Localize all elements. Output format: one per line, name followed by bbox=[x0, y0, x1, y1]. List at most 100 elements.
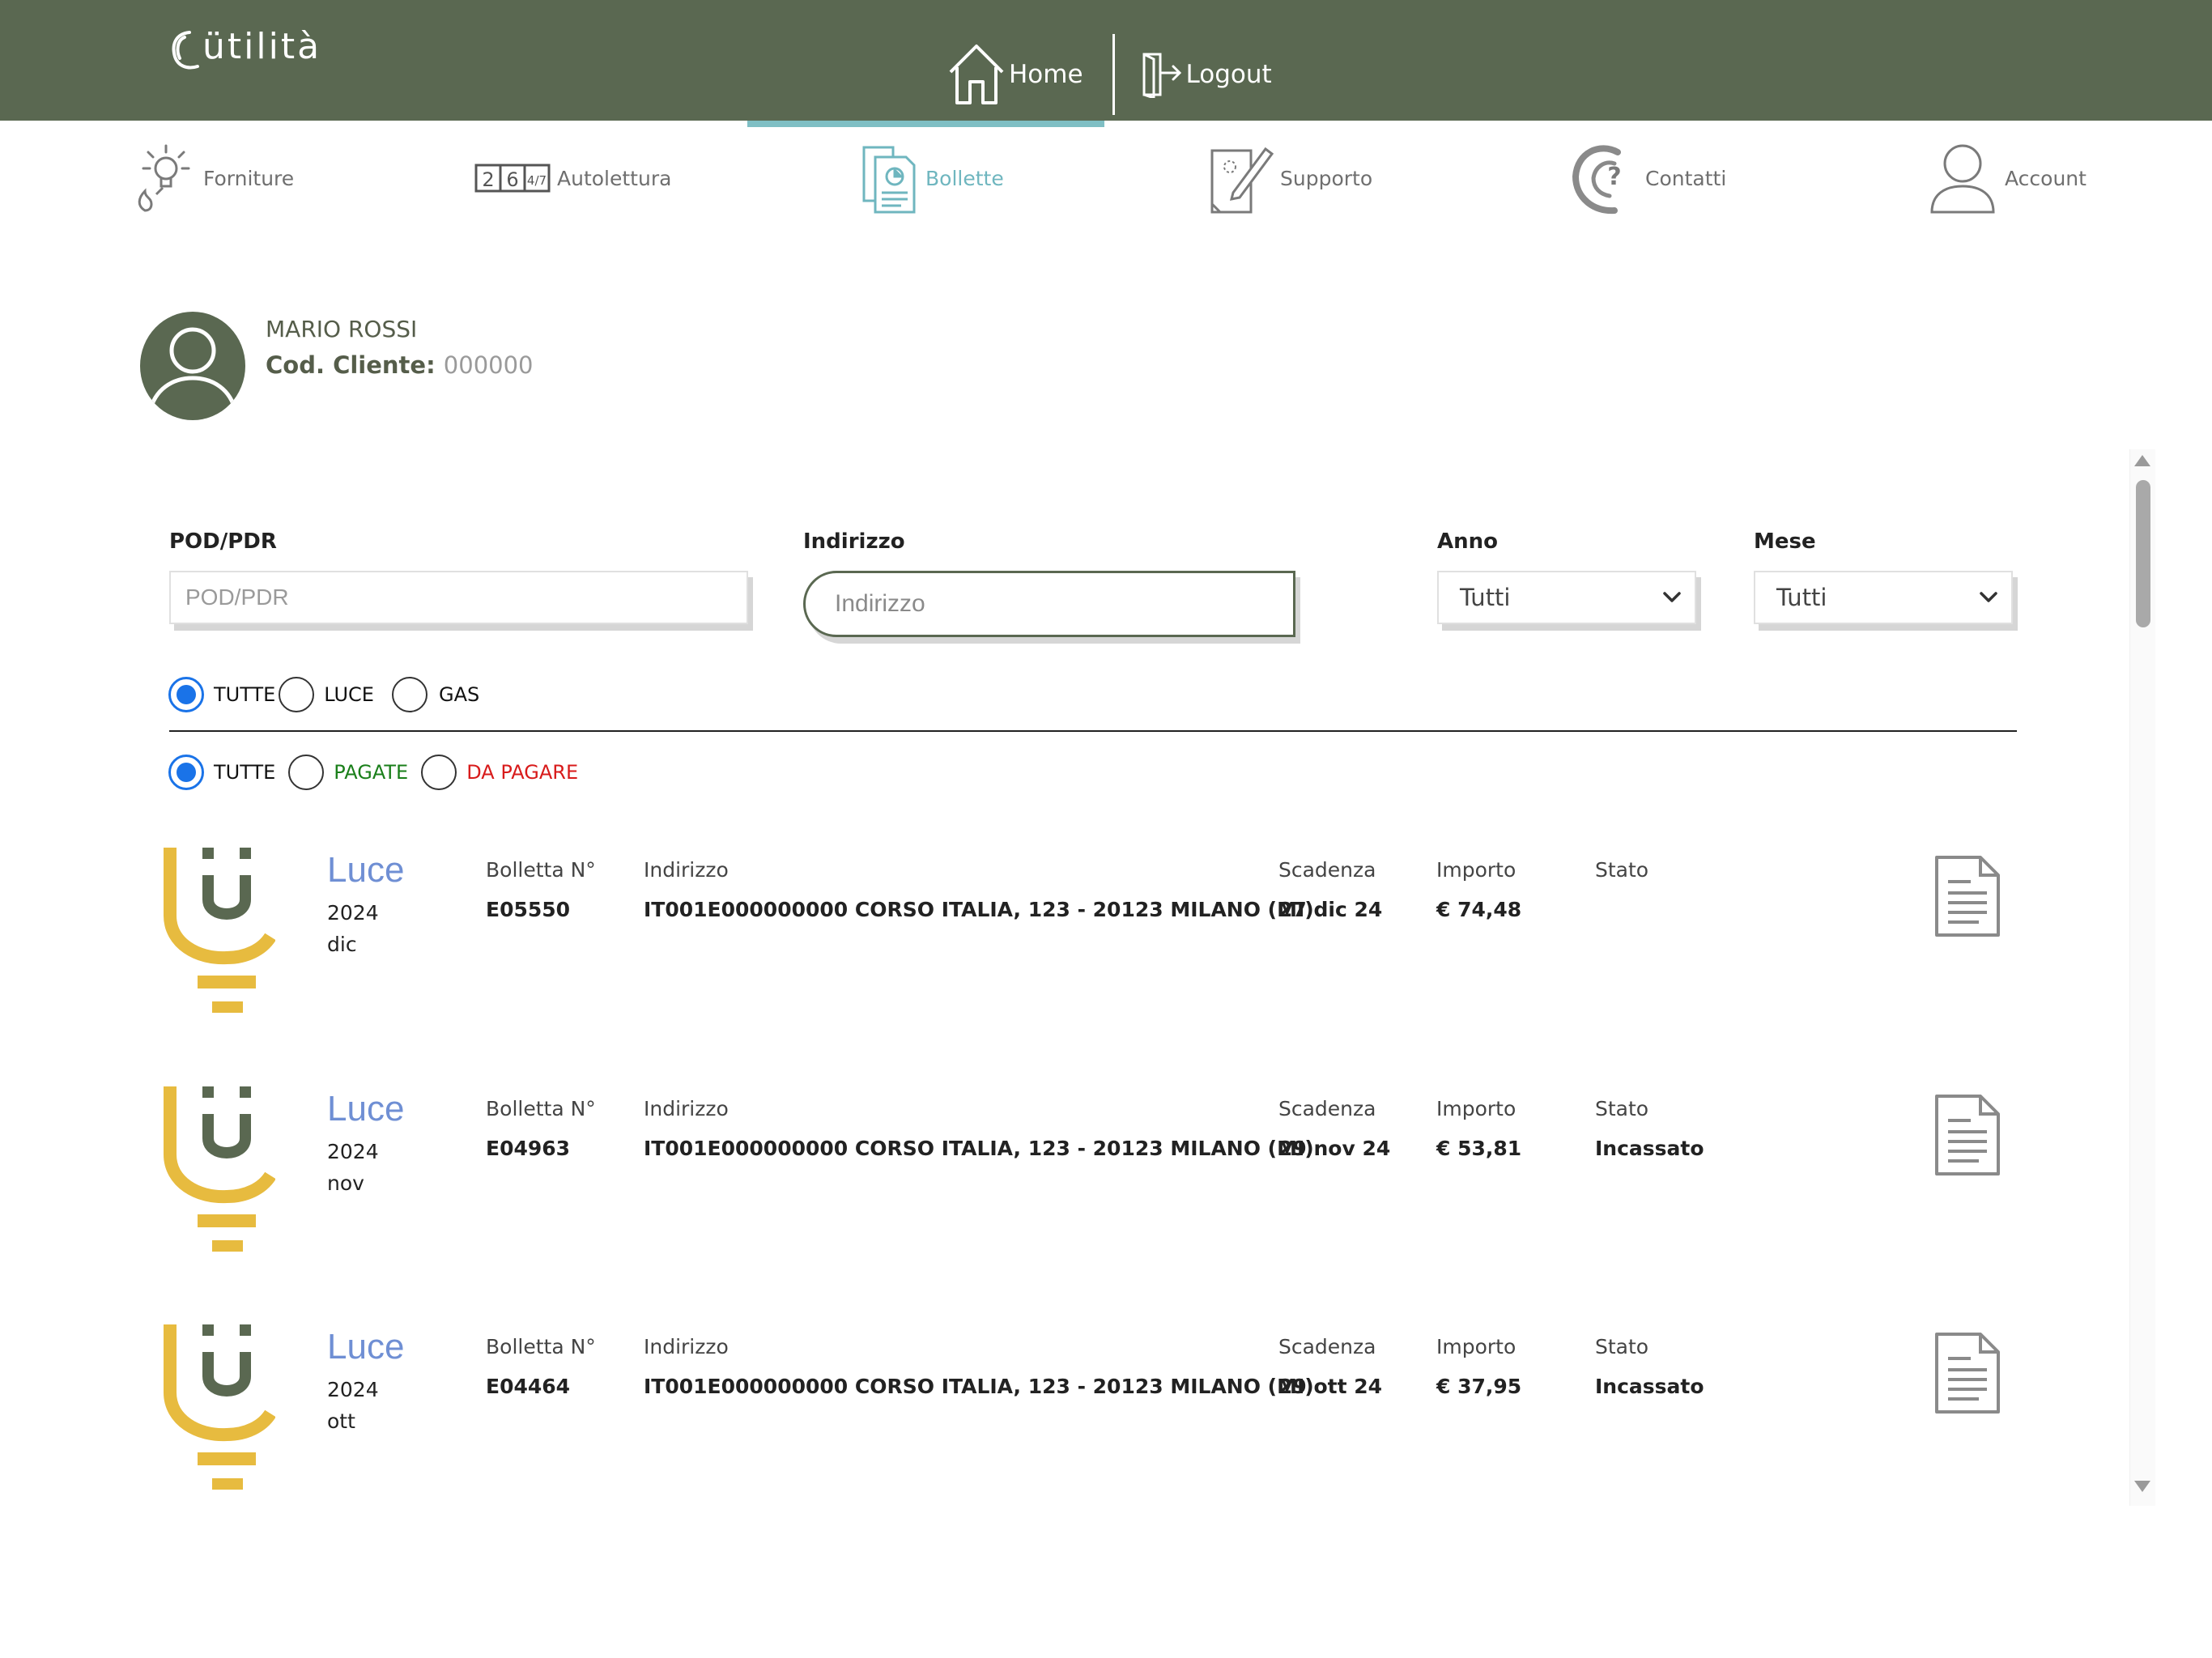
bill-amount-header: Importo bbox=[1436, 858, 1516, 882]
tab-contatti[interactable]: ? Contatti bbox=[1569, 130, 1726, 227]
download-bill-icon[interactable] bbox=[1933, 1093, 2001, 1177]
radio-supply-gas-label[interactable]: GAS bbox=[439, 683, 479, 706]
customer-code-label: Cod. Cliente: bbox=[266, 351, 436, 379]
section-nav: Forniture 2 6 4/7 Autolettura Bollette S… bbox=[0, 130, 2212, 227]
meter-digit-2: 6 bbox=[506, 168, 518, 191]
anno-select[interactable]: Tutti bbox=[1437, 571, 1696, 624]
home-label: Home bbox=[1009, 60, 1083, 89]
anno-select-value: Tutti bbox=[1460, 584, 1511, 611]
filter-divider bbox=[169, 730, 2017, 732]
logout-icon bbox=[1142, 53, 1181, 98]
account-icon bbox=[1930, 144, 1995, 214]
pod-label: POD/PDR bbox=[169, 529, 277, 554]
utilita-logo[interactable]: ütilità bbox=[170, 24, 321, 73]
avatar bbox=[140, 312, 245, 420]
bill-year: 2024 bbox=[327, 901, 379, 925]
bill-status-header: Stato bbox=[1595, 1335, 1649, 1358]
download-bill-icon[interactable] bbox=[1933, 854, 2001, 938]
scroll-up-arrow-icon[interactable] bbox=[2133, 454, 2151, 467]
bill-year: 2024 bbox=[327, 1378, 379, 1401]
bill-month: dic bbox=[327, 933, 357, 956]
bill-due-header: Scadenza bbox=[1278, 858, 1376, 882]
nav-separator bbox=[1112, 34, 1115, 115]
bill-amount-header: Importo bbox=[1436, 1097, 1516, 1120]
customer-code: Cod. Cliente: 000000 bbox=[266, 351, 534, 379]
bill-number-header: Bolletta N° bbox=[486, 858, 596, 882]
home-button[interactable]: Home bbox=[947, 34, 1083, 115]
scroll-down-arrow-icon[interactable] bbox=[2133, 1480, 2151, 1493]
mese-label: Mese bbox=[1754, 529, 1816, 554]
home-icon bbox=[949, 45, 1004, 104]
bill-type: Luce bbox=[327, 850, 405, 890]
bill-amount: € 74,48 bbox=[1436, 898, 1522, 921]
tab-supporto[interactable]: Supporto bbox=[1209, 130, 1372, 227]
edit-document-icon bbox=[1210, 147, 1274, 214]
lightbulb-flame-icon bbox=[138, 144, 190, 212]
pod-input[interactable] bbox=[169, 571, 748, 624]
bill-amount: € 53,81 bbox=[1436, 1137, 1522, 1160]
luce-logo-icon bbox=[162, 1323, 276, 1496]
tab-forniture[interactable]: Forniture bbox=[132, 130, 294, 227]
radio-supply-tutte-label[interactable]: TUTTE bbox=[214, 683, 275, 706]
active-section-indicator bbox=[747, 121, 1104, 127]
logo-text: ütilità bbox=[202, 25, 322, 67]
bill-number: E05550 bbox=[486, 898, 571, 921]
radio-status-pagate[interactable] bbox=[288, 755, 325, 790]
customer-code-value: 000000 bbox=[443, 351, 534, 379]
radio-supply-luce-label[interactable]: LUCE bbox=[324, 683, 374, 706]
logout-label: Logout bbox=[1185, 60, 1272, 89]
tab-account[interactable]: Account bbox=[1927, 130, 2087, 227]
svg-text:?: ? bbox=[1607, 163, 1621, 191]
radio-status-pagate-label[interactable]: PAGATE bbox=[334, 761, 408, 784]
radio-supply-tutte[interactable] bbox=[168, 677, 204, 712]
bill-number: E04963 bbox=[486, 1137, 571, 1160]
bill-status-header: Stato bbox=[1595, 858, 1649, 882]
tab-account-label: Account bbox=[2005, 166, 2087, 190]
tab-contatti-label: Contatti bbox=[1645, 166, 1727, 190]
tab-autolettura-label: Autolettura bbox=[557, 166, 672, 190]
bill-number-header: Bolletta N° bbox=[486, 1335, 596, 1358]
mese-select-value: Tutti bbox=[1776, 584, 1827, 611]
bill-month: nov bbox=[327, 1171, 364, 1195]
meter-digit-3: 4/7 bbox=[527, 173, 547, 188]
chevron-down-icon bbox=[1980, 592, 1997, 602]
bill-amount-header: Importo bbox=[1436, 1335, 1516, 1358]
bill-due-date: 29 ott 24 bbox=[1278, 1375, 1383, 1398]
bill-month: ott bbox=[327, 1409, 355, 1433]
indirizzo-input[interactable] bbox=[803, 571, 1295, 637]
tab-bollette[interactable]: Bollette bbox=[861, 130, 1004, 227]
logout-button[interactable]: Logout bbox=[1141, 34, 1272, 115]
indirizzo-label: Indirizzo bbox=[803, 529, 905, 554]
user-name: MARIO ROSSI bbox=[266, 316, 418, 342]
bill-row: Luce 2024 nov Bolletta N° E04963 Indiriz… bbox=[162, 1085, 2040, 1271]
bill-due-header: Scadenza bbox=[1278, 1335, 1376, 1358]
logo-mark-icon bbox=[172, 31, 199, 70]
mese-select[interactable]: Tutti bbox=[1754, 571, 2013, 624]
tab-supporto-label: Supporto bbox=[1280, 166, 1373, 190]
bill-number: E04464 bbox=[486, 1375, 571, 1398]
radio-status-da-pagare[interactable] bbox=[421, 755, 457, 790]
bill-address: IT001E000000000 CORSO ITALIA, 123 - 2012… bbox=[644, 1375, 1314, 1398]
luce-logo-icon bbox=[162, 846, 276, 1019]
bill-number-header: Bolletta N° bbox=[486, 1097, 596, 1120]
anno-label: Anno bbox=[1437, 529, 1499, 554]
download-bill-icon[interactable] bbox=[1933, 1331, 2001, 1415]
supply-type-filter: TUTTE LUCE GAS bbox=[168, 674, 479, 715]
radio-status-tutte-label[interactable]: TUTTE bbox=[214, 761, 275, 784]
bill-row: Luce 2024 dic Bolletta N° E05550 Indiriz… bbox=[162, 846, 2040, 1032]
scrollbar-thumb[interactable] bbox=[2136, 480, 2150, 627]
radio-status-tutte[interactable] bbox=[168, 755, 204, 790]
bill-address-header: Indirizzo bbox=[644, 1335, 729, 1358]
meter-digits-icon: 2 6 4/7 bbox=[474, 164, 551, 193]
user-avatar-icon bbox=[147, 327, 238, 413]
radio-supply-luce[interactable] bbox=[279, 677, 315, 712]
bill-status: Incassato bbox=[1595, 1137, 1704, 1160]
tab-autolettura[interactable]: 2 6 4/7 Autolettura bbox=[474, 130, 671, 227]
radio-status-da-pagare-label[interactable]: DA PAGARE bbox=[466, 761, 578, 784]
bill-document-icon bbox=[862, 146, 916, 214]
radio-supply-gas[interactable] bbox=[391, 677, 428, 712]
luce-logo-icon bbox=[162, 1085, 276, 1258]
meter-digit-1: 2 bbox=[482, 168, 494, 191]
bill-address-header: Indirizzo bbox=[644, 858, 729, 882]
bill-address-header: Indirizzo bbox=[644, 1097, 729, 1120]
